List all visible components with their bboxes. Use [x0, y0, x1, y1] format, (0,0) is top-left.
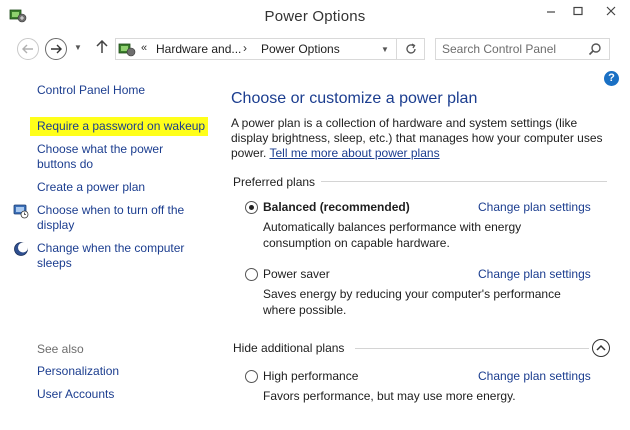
- see-also-heading: See also: [37, 342, 84, 356]
- title-bar: Power Options: [0, 0, 630, 33]
- task-pane: Control Panel Home Require a password on…: [0, 66, 220, 430]
- plan-name-high-performance[interactable]: High performance: [263, 369, 358, 383]
- control-panel-icon: [118, 43, 136, 57]
- up-button[interactable]: [96, 39, 108, 58]
- plan-description-high-performance: Favors performance, but may use more ene…: [263, 389, 516, 403]
- change-plan-settings-power-saver[interactable]: Change plan settings: [478, 267, 591, 281]
- intro-text: A power plan is a collection of hardware…: [231, 116, 611, 161]
- display-clock-icon: [13, 204, 29, 219]
- turn-off-display-link[interactable]: Choose when to turn off the display: [37, 203, 197, 233]
- chevron-up-icon: [596, 344, 606, 351]
- page-title: Choose or customize a power plan: [231, 90, 478, 107]
- hide-additional-plans-heading: Hide additional plans: [233, 341, 351, 355]
- computer-sleeps-link[interactable]: Change when the computer sleeps: [37, 241, 197, 271]
- preferred-plans-divider: [319, 181, 607, 182]
- back-arrow-icon: [22, 44, 33, 54]
- forward-button[interactable]: [45, 38, 67, 60]
- radio-power-saver[interactable]: [245, 268, 258, 281]
- window-title: Power Options: [264, 8, 366, 25]
- forward-arrow-icon: [51, 44, 62, 54]
- collapse-plans-button[interactable]: [592, 339, 610, 357]
- refresh-icon: [406, 43, 416, 54]
- minimize-button[interactable]: [537, 0, 564, 21]
- power-buttons-link[interactable]: Choose what the power buttons do: [37, 142, 177, 172]
- user-accounts-link[interactable]: User Accounts: [37, 387, 114, 402]
- up-arrow-icon: [96, 39, 108, 53]
- plan-name-balanced[interactable]: Balanced (recommended): [263, 200, 410, 214]
- minimize-icon: [546, 10, 555, 13]
- control-panel-home-link[interactable]: Control Panel Home: [37, 83, 145, 98]
- maximize-button[interactable]: [564, 0, 591, 21]
- main-content: Choose or customize a power plan A power…: [231, 66, 616, 430]
- preferred-plans-heading: Preferred plans: [233, 175, 322, 189]
- overflow-chevron[interactable]: «: [141, 42, 147, 54]
- plan-name-power-saver[interactable]: Power saver: [263, 267, 330, 281]
- search-input[interactable]: [442, 41, 582, 57]
- personalization-link[interactable]: Personalization: [37, 364, 119, 379]
- search-icon[interactable]: [588, 42, 602, 56]
- radio-balanced[interactable]: [245, 201, 258, 214]
- change-plan-settings-high-performance[interactable]: Change plan settings: [478, 369, 591, 383]
- back-button[interactable]: [17, 38, 39, 60]
- maximize-icon: [572, 6, 583, 15]
- breadcrumb-power-options[interactable]: Power Options: [261, 42, 340, 56]
- plan-description-balanced: Automatically balances performance with …: [263, 220, 522, 250]
- recent-locations-dropdown[interactable]: ▼: [74, 43, 82, 52]
- breadcrumb-hardware[interactable]: Hardware and...: [156, 42, 241, 56]
- power-plans-help-link[interactable]: Tell me more about power plans: [269, 146, 439, 160]
- search-box[interactable]: [435, 38, 610, 60]
- change-plan-settings-balanced[interactable]: Change plan settings: [478, 200, 591, 214]
- radio-high-performance[interactable]: [245, 370, 258, 383]
- require-password-link[interactable]: Require a password on wakeup: [37, 119, 205, 134]
- address-dropdown-icon[interactable]: ▼: [381, 45, 389, 54]
- refresh-button[interactable]: [396, 39, 425, 59]
- moon-sleep-icon: [14, 242, 28, 256]
- plan-description-power-saver: Saves energy by reducing your computer's…: [263, 287, 561, 317]
- create-power-plan-link[interactable]: Create a power plan: [37, 180, 145, 195]
- close-button[interactable]: [591, 0, 630, 21]
- address-bar[interactable]: « Hardware and... › Power Options ▼: [115, 38, 425, 60]
- breadcrumb-separator[interactable]: ›: [243, 41, 247, 55]
- additional-plans-divider: [355, 348, 589, 349]
- close-icon: [606, 6, 615, 15]
